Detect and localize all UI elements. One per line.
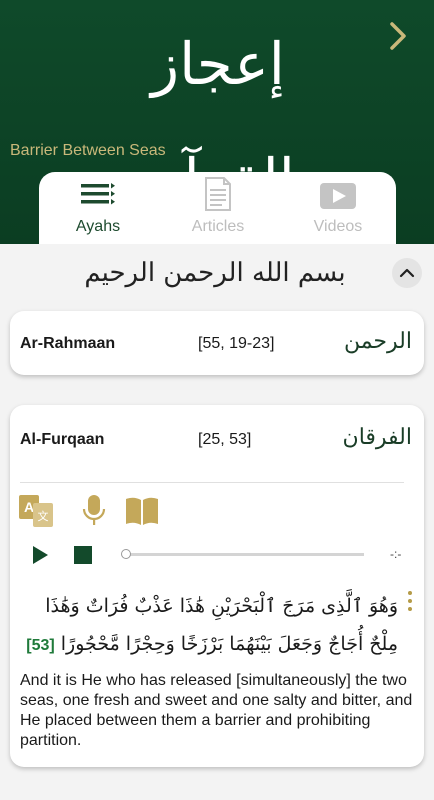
book-icon[interactable] [124,493,160,529]
basmala-calligraphy: بسم الله الرحمن الرحيم [84,258,346,288]
collapse-button[interactable] [392,258,422,288]
surah-arabic-name: الرحمن [343,329,412,354]
app-logo: إعجاز القرآن [141,30,293,214]
list-icon [81,183,115,205]
video-icon [320,183,356,209]
stop-button[interactable] [74,546,92,564]
microphone-icon[interactable] [76,493,112,529]
audio-time: -:- [390,547,402,561]
surah-name: Al-Furqaan [20,431,105,448]
tab-videos-label: Videos [313,218,363,235]
svg-text:A: A [24,499,34,515]
play-icon[interactable] [30,545,50,565]
tab-articles[interactable]: Articles [163,172,273,244]
document-icon [205,177,231,211]
ayah-arabic: وَهُوَ ٱلَّذِى مَرَجَ ٱلْبَحْرَيْنِ هَٰذ… [45,595,398,655]
surah-card[interactable]: Ar-Rahmaan [55, 19-23] الرحمن [10,311,424,375]
surah-name: Ar-Rahmaan [20,335,116,352]
seekbar-thumb[interactable] [121,549,131,559]
audio-seekbar[interactable] [121,549,364,559]
card-divider [20,482,404,483]
tab-ayahs[interactable]: Ayahs [43,172,153,244]
tab-ayahs-label: Ayahs [75,218,121,235]
chevron-up-icon [399,268,415,278]
surah-card-expanded: Al-Furqaan [25, 53] الفرقان A 文 -:- وَهُ… [10,405,424,767]
basmala-row: بسم الله الرحمن الرحيم [0,244,434,302]
chevron-right-icon[interactable] [384,18,412,54]
app-header: إعجاز القرآن Barrier Between Seas Ayahs [0,0,434,244]
svg-text:文: 文 [38,509,49,523]
topic-subtitle: Barrier Between Seas [10,142,166,159]
ayah-translation: And it is He who has released [simultane… [20,672,413,749]
surah-reference: [25, 53] [198,431,252,448]
surah-reference: [55, 19-23] [198,335,275,352]
surah-arabic-name: الفرقان [342,425,412,450]
tab-videos[interactable]: Videos [283,172,393,244]
ayah-number: [53] [26,637,55,654]
more-options-icon[interactable] [408,591,414,617]
content-tabs: Ayahs Articles Videos [39,172,396,244]
tab-articles-label: Articles [191,218,245,235]
translate-icon[interactable]: A 文 [18,493,54,529]
ayah-arabic-text: وَهُوَ ٱلَّذِى مَرَجَ ٱلْبَحْرَيْنِ هَٰذ… [22,587,398,665]
